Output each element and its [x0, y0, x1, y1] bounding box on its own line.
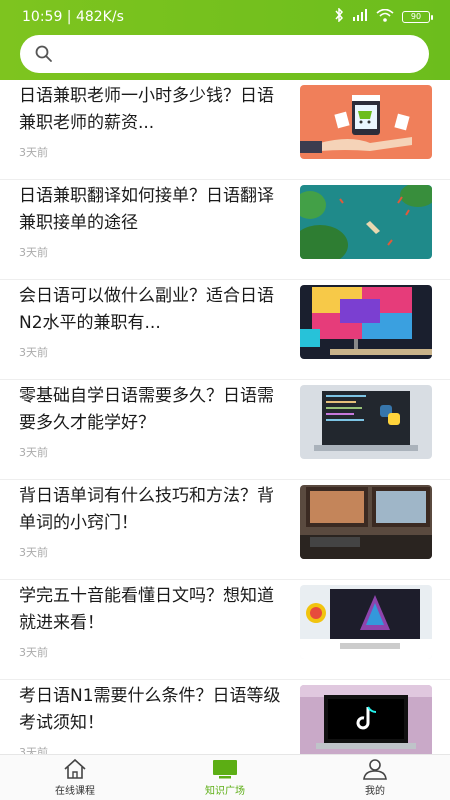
- tab-knowledge-square[interactable]: 知识广场: [165, 758, 285, 797]
- home-icon: [64, 758, 86, 779]
- article-thumbnail: [300, 385, 432, 459]
- bottom-tabbar: 在线课程 知识广场 我的: [0, 754, 450, 800]
- article-time: 3天前: [19, 646, 48, 659]
- signal-icon: [352, 9, 368, 25]
- app-header: 10:59 | 482K/s 90: [0, 0, 450, 80]
- status-icons: 90: [334, 7, 433, 26]
- tab-online-courses[interactable]: 在线课程: [15, 758, 135, 797]
- article-time: 3天前: [19, 546, 48, 559]
- article-thumbnail: [300, 485, 432, 559]
- article-thumbnail: [300, 685, 432, 754]
- list-item[interactable]: 学完五十音能看懂日文吗？想知道就进来看！ 3天前: [0, 580, 450, 680]
- tab-label: 我的: [365, 786, 385, 797]
- article-thumbnail: [300, 85, 432, 159]
- list-item[interactable]: 考日语N1需要什么条件？日语等级考试须知！ 3天前: [0, 680, 450, 754]
- article-title: 日语兼职老师一小时多少钱？日语兼职老师的薪资...: [19, 86, 274, 133]
- article-title: 日语兼职翻译如何接单？日语翻译兼职接单的途径: [19, 186, 274, 233]
- battery-icon: 90: [402, 11, 433, 23]
- wifi-icon: [376, 8, 394, 26]
- status-bar: 10:59 | 482K/s 90: [0, 0, 450, 34]
- article-thumbnail: [300, 185, 432, 259]
- article-title: 背日语单词有什么技巧和方法？背单词的小窍门！: [19, 486, 274, 533]
- article-time: 3天前: [19, 446, 48, 459]
- monitor-icon: [213, 760, 237, 779]
- article-time: 3天前: [19, 146, 48, 159]
- list-item[interactable]: 零基础自学日语需要多久？日语需要多久才能学好？ 3天前: [0, 380, 450, 480]
- article-title: 零基础自学日语需要多久？日语需要多久才能学好？: [19, 386, 274, 433]
- article-time: 3天前: [19, 246, 48, 259]
- search-icon: [35, 45, 52, 62]
- article-thumbnail: [300, 285, 432, 359]
- list-item[interactable]: 日语兼职翻译如何接单？日语翻译兼职接单的途径 3天前: [0, 180, 450, 280]
- article-title: 会日语可以做什么副业？适合日语N2水平的兼职有...: [19, 286, 274, 333]
- status-time-speed: 10:59 | 482K/s: [22, 9, 124, 25]
- article-title: 考日语N1需要什么条件？日语等级考试须知！: [19, 686, 281, 733]
- list-item[interactable]: 日语兼职老师一小时多少钱？日语兼职老师的薪资... 3天前: [0, 80, 450, 180]
- list-item[interactable]: 背日语单词有什么技巧和方法？背单词的小窍门！ 3天前: [0, 480, 450, 580]
- tab-label: 知识广场: [205, 786, 245, 797]
- search-bar[interactable]: [20, 35, 429, 73]
- list-item[interactable]: 会日语可以做什么副业？适合日语N2水平的兼职有... 3天前: [0, 280, 450, 380]
- article-thumbnail: [300, 585, 432, 659]
- article-time: 3天前: [19, 346, 48, 359]
- bluetooth-icon: [334, 7, 344, 26]
- user-icon: [363, 759, 387, 780]
- article-feed: 日语兼职老师一小时多少钱？日语兼职老师的薪资... 3天前 日语兼职翻译如何接单…: [0, 80, 450, 754]
- tab-mine[interactable]: 我的: [315, 758, 435, 797]
- article-time: 3天前: [19, 746, 48, 754]
- article-title: 学完五十音能看懂日文吗？想知道就进来看！: [19, 586, 274, 633]
- tab-label: 在线课程: [55, 786, 95, 797]
